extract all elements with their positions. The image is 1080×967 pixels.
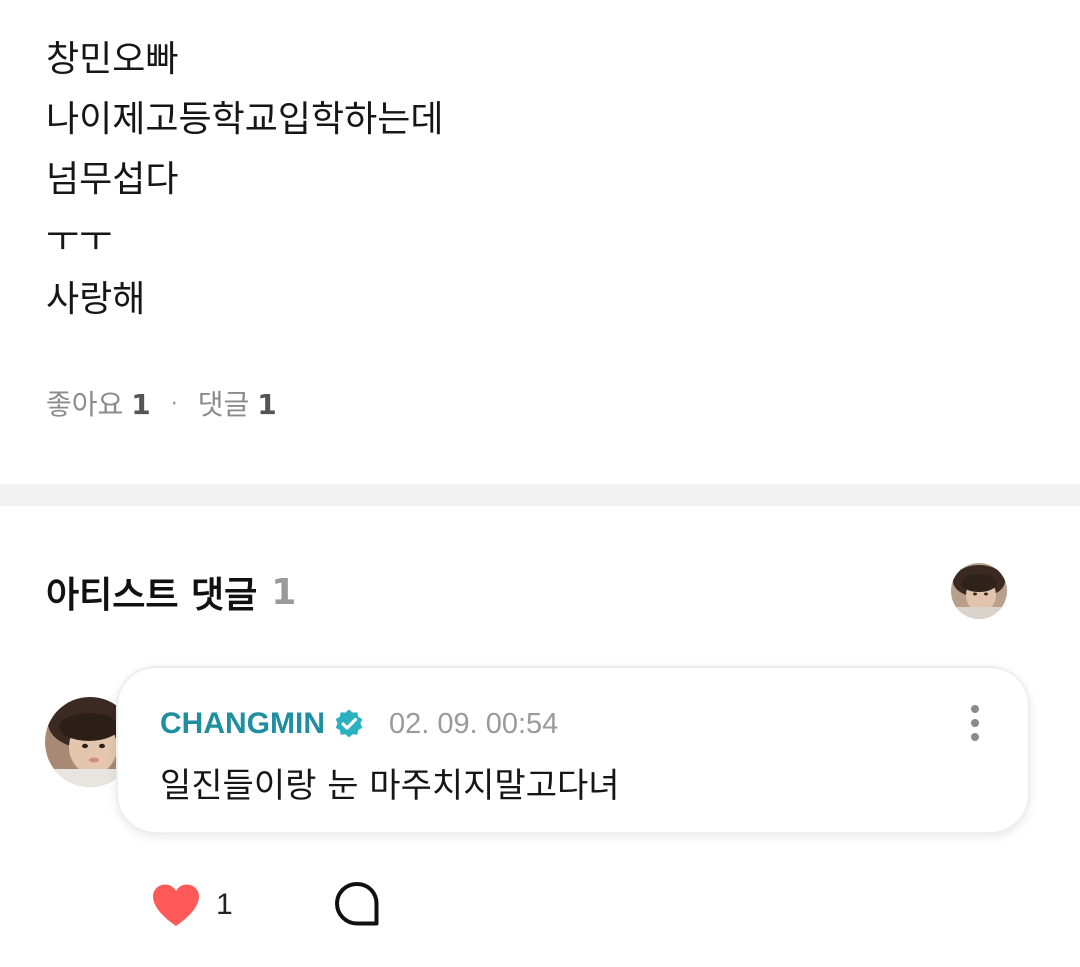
verified-badge-icon bbox=[333, 708, 365, 740]
comment-card[interactable]: CHANGMIN 02. 09. 00:54 일진들이랑 눈 마주치지말고다녀 bbox=[116, 666, 1030, 834]
comment-timestamp: 02. 09. 00:54 bbox=[389, 707, 559, 740]
post-line: ㅜㅜ bbox=[46, 219, 113, 260]
comment-like-count: 1 bbox=[216, 888, 233, 921]
likes-count: 1 bbox=[131, 388, 151, 421]
post-stats: 좋아요 1 · 댓글 1 bbox=[46, 385, 277, 425]
heart-icon bbox=[150, 882, 202, 928]
comment-bubble-icon[interactable] bbox=[334, 881, 380, 927]
post-line: 나이제고등학교입학하는데 bbox=[46, 99, 444, 140]
section-divider bbox=[0, 484, 1080, 506]
stat-separator: · bbox=[170, 392, 178, 417]
comment-meta: CHANGMIN 02. 09. 00:54 bbox=[160, 704, 558, 744]
avatar-photo bbox=[951, 563, 1007, 619]
post-line: 창민오빠 bbox=[46, 39, 179, 80]
like-button[interactable]: 1 bbox=[150, 880, 233, 930]
post-line: 넘무섭다 bbox=[46, 159, 179, 200]
artist-avatar[interactable] bbox=[951, 563, 1007, 619]
likes-stat[interactable]: 좋아요 1 bbox=[46, 385, 151, 425]
artist-comments-title: 아티스트 댓글 bbox=[46, 575, 258, 616]
comments-label: 댓글 bbox=[197, 388, 250, 421]
more-vertical-icon[interactable] bbox=[970, 704, 980, 742]
post-line: 사랑해 bbox=[46, 279, 146, 320]
post-body: 창민오빠 나이제고등학교입학하는데 넘무섭다 ㅜㅜ 사랑해 bbox=[46, 30, 443, 330]
comment-text: 일진들이랑 눈 마주치지말고다녀 bbox=[160, 766, 620, 806]
comments-count: 1 bbox=[257, 388, 277, 421]
comments-stat[interactable]: 댓글 1 bbox=[198, 385, 277, 425]
artist-comments-count: 1 bbox=[271, 571, 297, 613]
likes-label: 좋아요 bbox=[46, 388, 124, 421]
comment-author-name[interactable]: CHANGMIN bbox=[160, 707, 325, 741]
artist-comments-header: 아티스트 댓글 1 bbox=[46, 570, 297, 617]
